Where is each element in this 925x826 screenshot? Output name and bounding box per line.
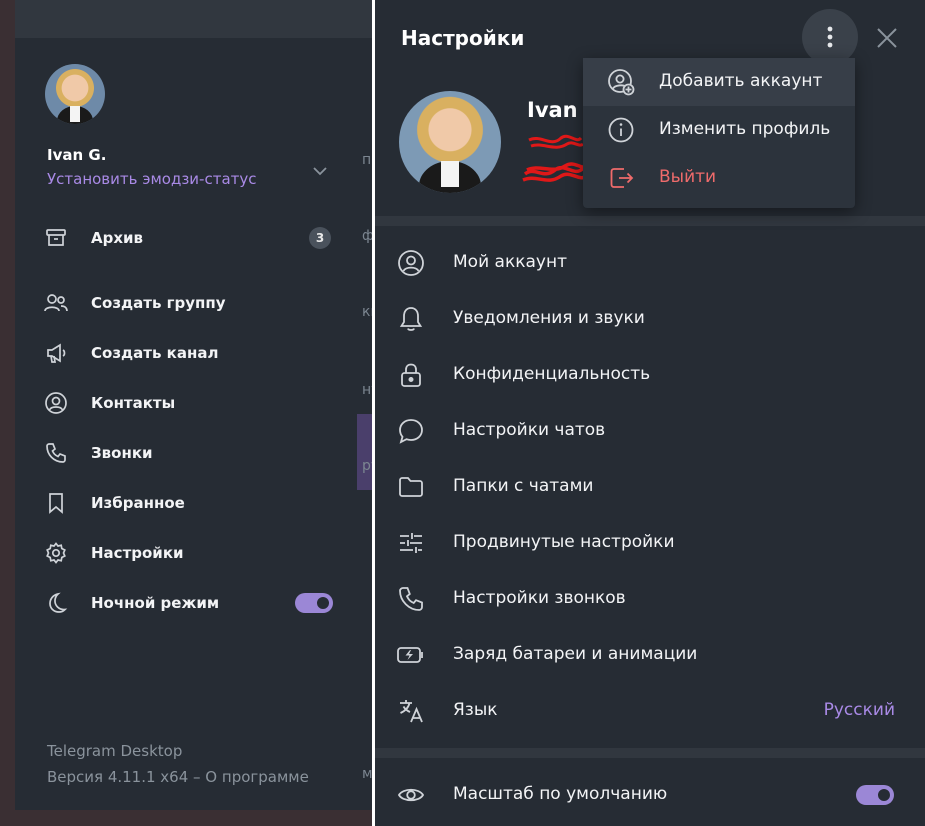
- settings-item-label: Заряд батареи и анимации: [453, 644, 698, 664]
- settings-item-default-scale[interactable]: Масштаб по умолчанию: [375, 770, 925, 820]
- more-options-dropdown: Добавить аккаунт Изменить профиль Выйти: [583, 58, 855, 208]
- menu-item-label: Контакты: [91, 394, 176, 412]
- more-options-button[interactable]: [802, 9, 858, 65]
- settings-item-label: Язык: [453, 700, 498, 720]
- user-name: Ivan G.: [47, 146, 107, 164]
- profile-avatar[interactable]: [399, 91, 501, 193]
- settings-item-notifications[interactable]: Уведомления и звуки: [375, 294, 925, 344]
- bookmark-icon: [43, 490, 69, 516]
- redacted-phone-scribble: [521, 130, 591, 196]
- settings-item-label: Мой аккаунт: [453, 252, 567, 272]
- dropdown-item-add-account[interactable]: Добавить аккаунт: [583, 58, 855, 106]
- logout-icon: [607, 164, 635, 192]
- sliders-icon: [397, 529, 425, 557]
- settings-item-privacy[interactable]: Конфиденциальность: [375, 350, 925, 400]
- current-language-value: Русский: [823, 700, 895, 720]
- close-icon[interactable]: [875, 26, 899, 50]
- info-icon: [607, 116, 635, 144]
- main-menu-drawer: Ivan G. Установить эмодзи-статус Архив 3…: [15, 38, 357, 810]
- settings-item-label: Масштаб по умолчанию: [453, 784, 668, 804]
- phone-icon: [43, 440, 69, 466]
- settings-item-my-account[interactable]: Мой аккаунт: [375, 238, 925, 288]
- settings-item-label: Настройки чатов: [453, 420, 606, 440]
- lock-icon: [397, 361, 425, 389]
- night-mode-toggle[interactable]: [295, 593, 333, 613]
- account-icon: [397, 249, 425, 277]
- menu-item-archive[interactable]: Архив 3: [15, 218, 357, 258]
- dropdown-item-edit-profile[interactable]: Изменить профиль: [583, 106, 855, 154]
- menu-item-label: Избранное: [91, 494, 185, 512]
- dropdown-item-label: Выйти: [659, 167, 717, 187]
- app-name: Telegram Desktop: [47, 742, 183, 760]
- settings-item-advanced[interactable]: Продвинутые настройки: [375, 518, 925, 568]
- settings-item-label: Уведомления и звуки: [453, 308, 645, 328]
- menu-item-night-mode[interactable]: Ночной режим: [15, 583, 357, 623]
- dropdown-item-label: Добавить аккаунт: [659, 71, 823, 91]
- eye-icon: [397, 781, 425, 809]
- settings-item-chat-folders[interactable]: Папки с чатами: [375, 462, 925, 512]
- selected-chat-highlight: [357, 414, 372, 490]
- menu-item-create-channel[interactable]: Создать канал: [15, 333, 357, 373]
- default-scale-toggle[interactable]: [856, 785, 894, 805]
- contact-icon: [43, 390, 69, 416]
- menu-item-label: Настройки: [91, 544, 184, 562]
- profile-name: Ivan: [527, 98, 578, 122]
- section-separator: [375, 216, 925, 226]
- menu-item-label: Создать канал: [91, 344, 219, 362]
- settings-item-battery-animations[interactable]: Заряд батареи и анимации: [375, 630, 925, 680]
- menu-item-settings[interactable]: Настройки: [15, 533, 357, 573]
- menu-item-contacts[interactable]: Контакты: [15, 383, 357, 423]
- megaphone-icon: [43, 340, 69, 366]
- background-chat-text: п: [362, 152, 372, 168]
- translate-icon: [397, 697, 425, 725]
- set-emoji-status-link[interactable]: Установить эмодзи-статус: [47, 170, 257, 188]
- battery-icon: [397, 641, 425, 669]
- moon-icon: [43, 590, 69, 616]
- menu-item-label: Архив: [91, 229, 144, 247]
- window-title-bar: [15, 0, 372, 38]
- settings-item-chat-settings[interactable]: Настройки чатов: [375, 406, 925, 456]
- menu-item-label: Звонки: [91, 444, 153, 462]
- settings-item-language[interactable]: Язык Русский: [375, 686, 925, 736]
- menu-item-calls[interactable]: Звонки: [15, 433, 357, 473]
- add-account-icon: [607, 68, 635, 96]
- version-about-link[interactable]: Версия 4.11.1 x64 – О программе: [47, 768, 309, 786]
- menu-item-create-group[interactable]: Создать группу: [15, 283, 357, 323]
- phone-icon: [397, 585, 425, 613]
- menu-item-label: Создать группу: [91, 294, 226, 312]
- settings-item-label: Конфиденциальность: [453, 364, 651, 384]
- settings-item-label: Продвинутые настройки: [453, 532, 675, 552]
- chevron-down-icon[interactable]: [311, 162, 329, 180]
- gear-icon: [43, 540, 69, 566]
- dropdown-item-label: Изменить профиль: [659, 119, 831, 139]
- unread-count-badge: 3: [309, 227, 331, 249]
- menu-item-label: Ночной режим: [91, 594, 220, 612]
- menu-item-saved-messages[interactable]: Избранное: [15, 483, 357, 523]
- section-separator: [375, 748, 925, 758]
- group-icon: [43, 290, 69, 316]
- settings-item-calls[interactable]: Настройки звонков: [375, 574, 925, 624]
- avatar[interactable]: [45, 64, 105, 124]
- chat-bubble-icon: [397, 417, 425, 445]
- folder-icon: [397, 473, 425, 501]
- settings-item-label: Настройки звонков: [453, 588, 626, 608]
- settings-item-label: Папки с чатами: [453, 476, 594, 496]
- kebab-icon: [827, 26, 833, 48]
- page-title: Настройки: [401, 26, 525, 50]
- archive-icon: [43, 225, 69, 251]
- dropdown-item-logout[interactable]: Выйти: [583, 154, 855, 202]
- bell-icon: [397, 305, 425, 333]
